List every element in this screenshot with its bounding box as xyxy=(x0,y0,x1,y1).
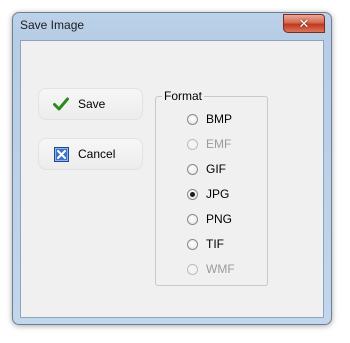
radio-selected-dot xyxy=(190,191,195,197)
radio-circle[interactable] xyxy=(187,113,198,125)
radio-circle xyxy=(187,263,198,275)
cancel-x-icon xyxy=(53,146,69,162)
dialog-body: Save Cancel Format BMP EMF GIF JPG PNG T… xyxy=(20,40,324,318)
radio-bmp[interactable]: BMP xyxy=(187,111,232,127)
save-button-label: Save xyxy=(78,97,106,111)
radio-png[interactable]: PNG xyxy=(187,211,232,227)
radio-label: TIF xyxy=(206,237,224,251)
save-image-dialog: Save Image ✕ Save Cancel Format BMP EMF … xyxy=(12,12,332,325)
radio-circle xyxy=(187,138,198,150)
radio-label: EMF xyxy=(206,137,232,151)
radio-circle[interactable] xyxy=(187,188,198,200)
format-legend: Format xyxy=(162,89,205,103)
radio-tif[interactable]: TIF xyxy=(187,236,224,252)
radio-jpg[interactable]: JPG xyxy=(187,186,229,202)
save-button[interactable]: Save xyxy=(38,88,143,120)
format-group: Format BMP EMF GIF JPG PNG TIF WMF xyxy=(155,90,268,286)
radio-label: PNG xyxy=(206,212,233,226)
checkmark-icon xyxy=(53,96,69,112)
radio-emf: EMF xyxy=(187,136,231,152)
radio-circle[interactable] xyxy=(187,238,198,250)
radio-label: WMF xyxy=(206,262,235,276)
window-title: Save Image xyxy=(20,18,85,32)
radio-label: BMP xyxy=(206,112,233,126)
radio-label: JPG xyxy=(206,187,230,201)
radio-wmf: WMF xyxy=(187,261,235,277)
radio-label: GIF xyxy=(206,162,226,176)
close-button[interactable]: ✕ xyxy=(283,14,325,33)
title-bar[interactable]: Save Image ✕ xyxy=(13,13,331,39)
cancel-button[interactable]: Cancel xyxy=(38,138,143,170)
close-icon: ✕ xyxy=(298,16,310,31)
cancel-button-label: Cancel xyxy=(78,147,116,161)
radio-gif[interactable]: GIF xyxy=(187,161,226,177)
radio-circle[interactable] xyxy=(187,163,198,175)
radio-circle[interactable] xyxy=(187,213,198,225)
